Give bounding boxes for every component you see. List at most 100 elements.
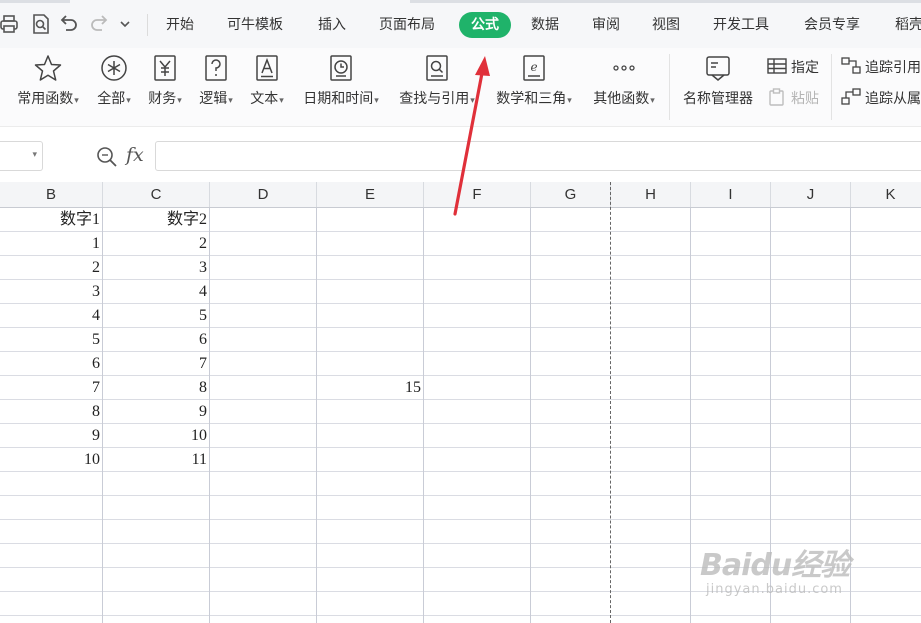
- name-manager-label: 名称管理器: [683, 91, 753, 107]
- column-header-i[interactable]: I: [691, 182, 771, 207]
- logical-functions-label: 逻辑: [199, 91, 228, 107]
- dropdown-arrow-icon: ▾: [126, 96, 131, 106]
- column-header-e[interactable]: E: [317, 182, 424, 207]
- cell-c9[interactable]: 9: [103, 400, 210, 424]
- cell-b5[interactable]: 4: [0, 304, 103, 328]
- cell-e7[interactable]: 15: [317, 376, 424, 400]
- other-functions-label: 其他函数: [593, 91, 650, 107]
- trace-precedents-button[interactable]: 追踪引用: [841, 57, 921, 77]
- tab-separator: [147, 14, 148, 36]
- text-a-icon: [256, 55, 278, 81]
- star-icon: [34, 55, 62, 81]
- cell-b2[interactable]: 1: [0, 232, 103, 256]
- column-line: [850, 208, 851, 623]
- name-box[interactable]: ▾: [0, 141, 43, 171]
- cell-c11[interactable]: 11: [103, 448, 210, 472]
- tab-member[interactable]: 会员专享: [804, 15, 860, 35]
- chevron-down-icon[interactable]: ▾: [32, 150, 37, 160]
- tab-templates[interactable]: 可牛模板: [227, 15, 283, 35]
- cell-b6[interactable]: 5: [0, 328, 103, 352]
- column-header-d[interactable]: D: [210, 182, 317, 207]
- common-functions-button[interactable]: 常用函数▾: [10, 48, 86, 126]
- name-manager-button[interactable]: 名称管理器: [676, 48, 760, 126]
- column-header-b[interactable]: B: [0, 182, 103, 207]
- financial-functions-label: 财务: [148, 91, 177, 107]
- annotation-arrow-icon: [453, 56, 490, 216]
- column-header-c[interactable]: C: [103, 182, 210, 207]
- formula-input[interactable]: [155, 141, 921, 171]
- text-functions-label: 文本: [250, 91, 279, 107]
- dropdown-arrow-icon: ▾: [279, 96, 284, 106]
- cell-c8[interactable]: 8: [103, 376, 210, 400]
- dropdown-arrow-icon: ▾: [374, 96, 379, 106]
- common-functions-label: 常用函数: [17, 91, 74, 107]
- row-line: [0, 615, 921, 616]
- cell-b9[interactable]: 8: [0, 400, 103, 424]
- cell-c4[interactable]: 4: [103, 280, 210, 304]
- cell-c3[interactable]: 3: [103, 256, 210, 280]
- yen-document-icon: [154, 55, 176, 81]
- tab-page-layout[interactable]: 页面布局: [379, 15, 435, 35]
- date-time-functions-button[interactable]: 日期和时间▾: [296, 48, 386, 126]
- cell-b8[interactable]: 7: [0, 376, 103, 400]
- financial-functions-button[interactable]: 财务▾: [143, 48, 187, 126]
- tab-formulas[interactable]: 公式: [459, 12, 511, 38]
- cell-b1[interactable]: 数字1: [0, 208, 103, 232]
- watermark-brand: Baidu经验: [700, 548, 850, 583]
- cell-b11[interactable]: 10: [0, 448, 103, 472]
- cell-c1[interactable]: 数字2: [103, 208, 210, 232]
- tab-insert[interactable]: 插入: [318, 15, 346, 35]
- tab-view[interactable]: 视图: [652, 15, 680, 35]
- print-preview-icon[interactable]: [30, 13, 52, 35]
- ribbon-separator: [831, 54, 832, 120]
- paste-label: 粘贴: [791, 91, 819, 107]
- customize-quick-access-icon[interactable]: [118, 13, 132, 35]
- name-manager-icon: [706, 56, 730, 81]
- cell-b7[interactable]: 6: [0, 352, 103, 376]
- column-header-h[interactable]: H: [611, 182, 691, 207]
- cell-c7[interactable]: 7: [103, 352, 210, 376]
- more-dots-icon: [613, 65, 635, 71]
- column-line: [530, 208, 531, 623]
- trace-precedents-icon: [841, 57, 861, 74]
- cell-c5[interactable]: 5: [103, 304, 210, 328]
- svg-text:e: e: [530, 60, 537, 74]
- watermark-url: jingyan.baidu.com: [706, 582, 843, 597]
- cell-b4[interactable]: 3: [0, 280, 103, 304]
- specify-table-icon: [767, 58, 787, 74]
- tab-developer[interactable]: 开发工具: [713, 15, 769, 35]
- tab-home[interactable]: 开始: [166, 15, 194, 35]
- dropdown-arrow-icon: ▾: [567, 96, 572, 106]
- cell-c2[interactable]: 2: [103, 232, 210, 256]
- insert-function-button[interactable]: fx: [126, 144, 144, 166]
- print-icon[interactable]: [0, 13, 20, 35]
- redo-icon[interactable]: [88, 13, 110, 35]
- cell-b10[interactable]: 9: [0, 424, 103, 448]
- row-line: [0, 519, 921, 520]
- specify-label: 指定: [791, 60, 819, 76]
- cell-b3[interactable]: 2: [0, 256, 103, 280]
- tab-review[interactable]: 审阅: [592, 15, 620, 35]
- doc-tab-indicator: [410, 0, 921, 3]
- dropdown-arrow-icon: ▾: [228, 96, 233, 106]
- baidu-jingyan-watermark: Baidu经验 jingyan.baidu.com: [700, 540, 850, 597]
- other-functions-button[interactable]: 其他函数▾: [586, 48, 662, 126]
- cell-c10[interactable]: 10: [103, 424, 210, 448]
- math-trig-functions-button[interactable]: e 数学和三角▾: [490, 48, 578, 126]
- zoom-search-icon[interactable]: [95, 145, 119, 169]
- column-header-g[interactable]: G: [531, 182, 611, 207]
- ribbon-separator: [669, 54, 670, 120]
- cell-c6[interactable]: 6: [103, 328, 210, 352]
- column-header-j[interactable]: J: [771, 182, 851, 207]
- logical-functions-button[interactable]: 逻辑▾: [194, 48, 238, 126]
- math-e-icon: e: [523, 55, 545, 81]
- tab-data[interactable]: 数据: [531, 15, 559, 35]
- all-functions-button[interactable]: 全部▾: [92, 48, 136, 126]
- tab-docer[interactable]: 稻壳: [895, 15, 921, 35]
- text-functions-button[interactable]: 文本▾: [245, 48, 289, 126]
- specify-button[interactable]: 指定: [767, 57, 819, 77]
- column-header-k[interactable]: K: [851, 182, 921, 207]
- undo-icon[interactable]: [58, 13, 80, 35]
- trace-dependents-button[interactable]: 追踪从属: [841, 88, 921, 108]
- paste-name-button[interactable]: 粘贴: [767, 88, 819, 108]
